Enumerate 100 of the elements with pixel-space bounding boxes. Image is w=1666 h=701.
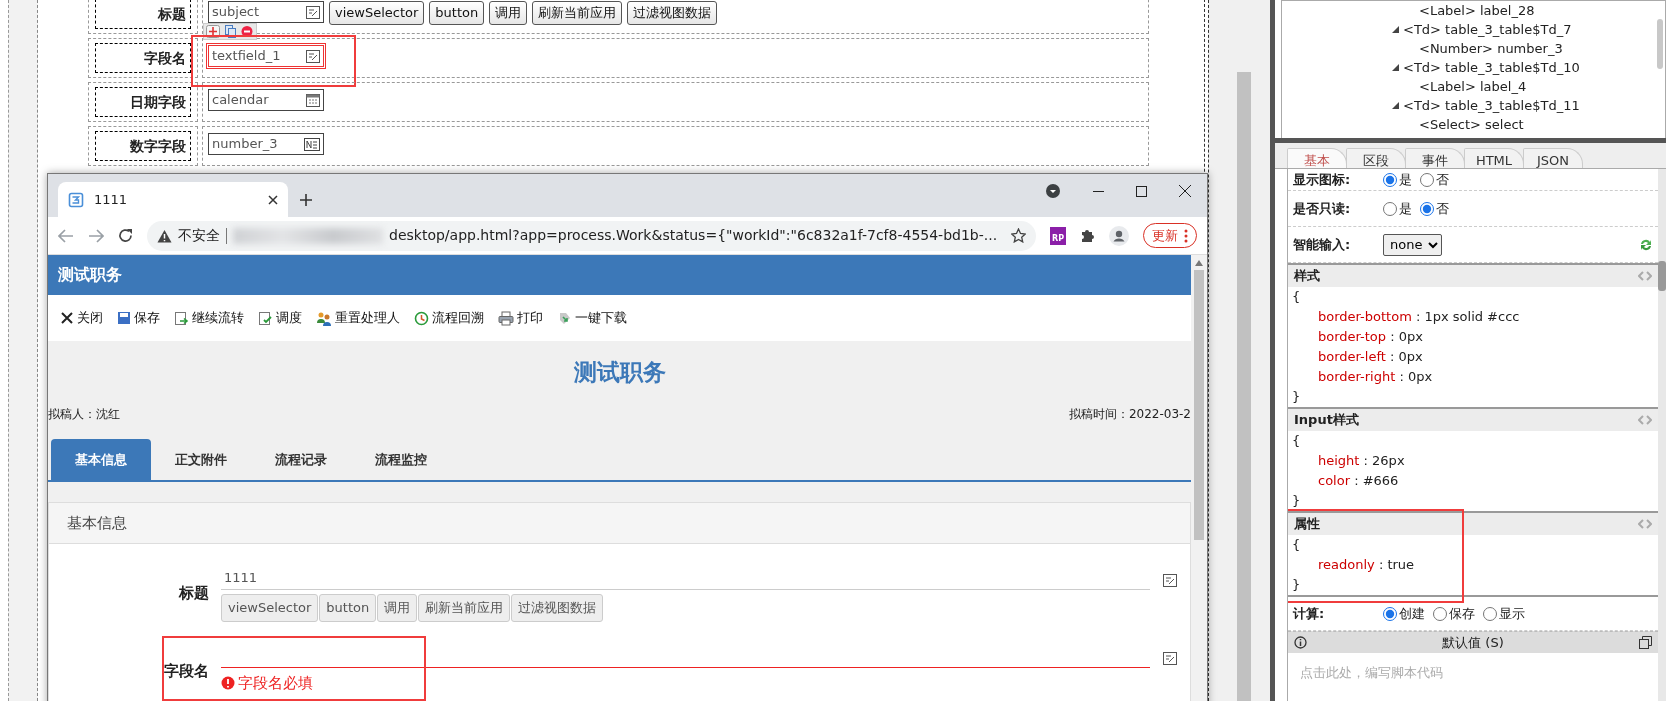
input-field[interactable]: 1111 [221,564,1150,590]
edit-icon [1163,651,1177,665]
restore-icon[interactable] [1639,636,1652,649]
toolbar-button[interactable]: 调度 [258,308,302,328]
tab[interactable]: JSON [1523,148,1583,168]
form-button[interactable]: 过滤视图数据 [627,1,718,25]
refresh-icon[interactable] [1639,237,1653,252]
tab[interactable]: 基本信息 [51,439,151,480]
input-field[interactable]: number_3 [208,133,324,155]
section-title: 样式 [1294,267,1320,286]
toolbar-button[interactable]: 重置处理人 [316,308,400,328]
toolbar-button[interactable]: 流程回溯 [414,308,484,328]
star-icon[interactable] [1011,228,1026,243]
page-title: 测试职务 [572,358,667,387]
form-button[interactable]: viewSelector [221,594,319,622]
drafter-text: 拟稿人：沈红 [48,406,120,423]
security-label: 不安全 [178,226,220,245]
section-title: 属性 [1294,515,1320,534]
delete-icon[interactable] [240,25,254,38]
tree-node[interactable]: <Label> label_4 [1419,76,1527,97]
tab[interactable]: 区段 [1346,148,1406,168]
tree-node[interactable]: <Td> table_3_table$Td_10 [1403,57,1580,78]
select-field[interactable]: none [1383,233,1442,256]
separator-bar [226,227,227,244]
app-header: 测试职务 [48,255,1191,295]
tab-search-icon[interactable] [1045,183,1061,199]
radio-button[interactable] [1420,201,1434,216]
tab[interactable]: 流程监控 [351,439,451,480]
browser-tab[interactable]: 1111 [58,182,288,217]
toolbar-button[interactable]: 继续流转 [174,308,244,328]
info-icon[interactable] [1294,636,1307,649]
tree-node[interactable]: <Label> label_28 [1419,1,1535,21]
section-title: 默认值 (S) [1442,633,1504,652]
tab[interactable]: 基本 [1287,148,1347,168]
option-label: 否 [1436,199,1449,218]
form-button[interactable]: 调用 [377,594,418,622]
new-tab-icon[interactable] [300,194,312,206]
number-field-icon [304,137,320,151]
people-icon [316,310,332,326]
close-icon[interactable] [268,194,278,205]
input-field[interactable]: textfield_1 [208,45,324,67]
input-field[interactable]: subject [208,1,324,23]
draft-time-text: 拟稿时间：2022-03-2 [1068,406,1191,423]
radio-button[interactable] [1483,606,1497,621]
scrollbar-thumb[interactable] [1658,261,1666,291]
tree-node[interactable]: <Td> table_3_table$Td_7 [1403,19,1572,40]
form-button[interactable]: 刷新当前应用 [418,594,511,622]
forward-icon[interactable] [88,228,104,243]
option-label: 创建 [1399,604,1425,623]
expanded-triangle-icon[interactable] [1391,102,1399,109]
field-label: 标题 [177,583,210,604]
printer-icon [498,310,514,326]
option-label: 是 [1399,199,1412,218]
scrollbar-thumb[interactable] [1657,19,1663,69]
radio-button[interactable] [1383,201,1397,216]
field-label: 是否只读: [1293,199,1352,218]
scrollbar-thumb[interactable] [1237,72,1251,701]
toolbar-button[interactable]: 关闭 [60,308,103,328]
form-button[interactable]: 刷新当前应用 [532,1,623,25]
address-bar[interactable]: 不安全 desktop/app.html?app=process.Work&status={"workId":"6c832a1f-7cf8-4554-bd1b-... [147,220,1036,251]
maximize-icon[interactable] [1136,185,1147,197]
toolbar-button[interactable]: 保存 [117,308,160,328]
field-value: subject [212,3,260,22]
tree-node[interactable]: <Select> select [1419,114,1524,135]
profile-icon[interactable] [1109,225,1129,246]
field-label: 显示图标: [1293,170,1352,189]
radio-button[interactable] [1383,606,1397,621]
document-check-icon [258,310,273,326]
form-button[interactable]: viewSelector [329,1,425,25]
input-field[interactable]: calendar [208,89,324,111]
radio-button[interactable] [1420,172,1434,187]
clock-icon [414,310,429,326]
option-label: 显示 [1499,604,1525,623]
tree-node[interactable]: <Number> number_3 [1419,38,1563,59]
expanded-triangle-icon[interactable] [1391,64,1399,71]
extension-badge[interactable]: RP [1050,226,1066,245]
scroll-up-icon[interactable] [1195,260,1203,266]
form-button[interactable]: button [319,594,377,622]
reload-icon[interactable] [118,228,133,243]
copy-icon[interactable] [223,25,237,38]
tab[interactable]: 正文附件 [151,439,251,480]
field-label: 日期字段 [95,87,191,117]
code-text: { [1291,432,1302,450]
expanded-triangle-icon[interactable] [1391,26,1399,33]
form-button[interactable]: 调用 [489,1,528,25]
tree-node[interactable]: <Td> table_3_table$Td_11 [1403,95,1580,116]
radio-button[interactable] [1433,606,1447,621]
radio-button[interactable] [1383,172,1397,187]
toolbar-button[interactable]: 一键下载 [557,308,627,328]
back-icon[interactable] [58,228,74,243]
tab[interactable]: 事件 [1405,148,1465,168]
tab[interactable]: 流程记录 [251,439,351,480]
close-icon[interactable] [1179,185,1191,197]
form-button[interactable]: 过滤视图数据 [511,594,604,622]
update-button[interactable]: 更新 [1143,222,1197,249]
form-button[interactable]: button [429,1,485,25]
toolbar-button[interactable]: 打印 [498,308,543,328]
puzzle-icon[interactable] [1080,228,1095,243]
tab[interactable]: HTML [1464,148,1524,168]
scrollbar-thumb[interactable] [1194,270,1204,540]
